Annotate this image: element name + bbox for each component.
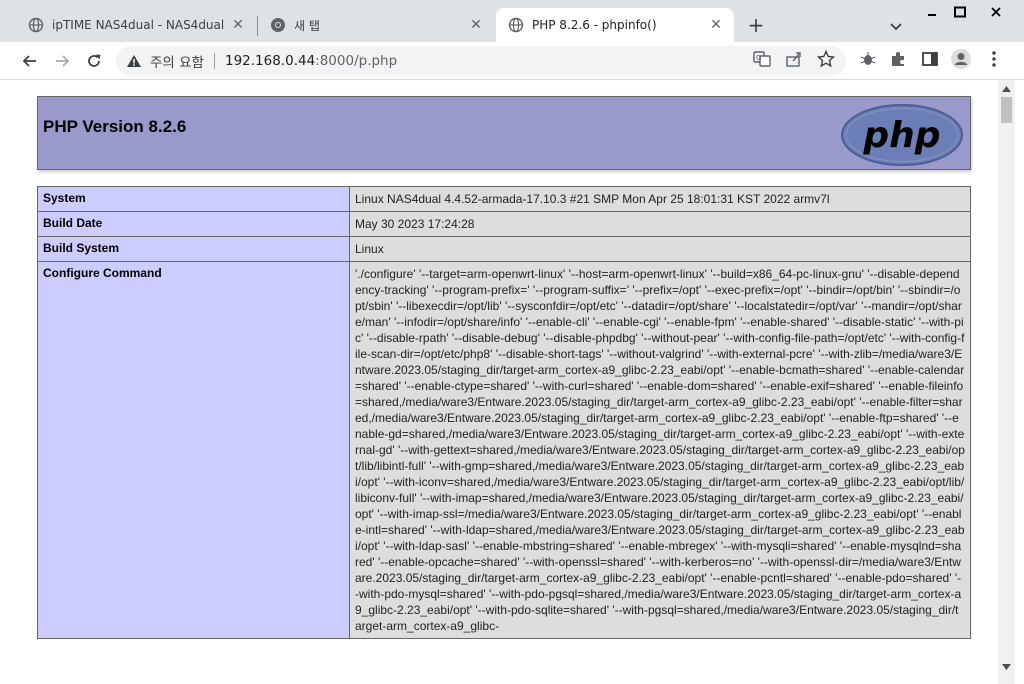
extensions-puzzle-icon[interactable] bbox=[888, 49, 908, 69]
reload-button[interactable] bbox=[82, 49, 106, 73]
tab-title: PHP 8.2.6 - phpinfo() bbox=[532, 18, 657, 32]
menu-kebab-icon[interactable] bbox=[984, 49, 1004, 69]
maximize-button[interactable] bbox=[948, 2, 972, 22]
tab-phpinfo[interactable]: PHP 8.2.6 - phpinfo() ✕ bbox=[496, 8, 734, 42]
tab-new-tab[interactable]: 새 탭 ✕ bbox=[258, 8, 494, 42]
translate-icon[interactable]: G bbox=[752, 49, 772, 69]
row-value: May 30 2023 17:24:28 bbox=[349, 211, 971, 237]
new-tab-button[interactable]: + bbox=[744, 13, 768, 37]
scroll-down-arrow-icon[interactable] bbox=[998, 658, 1015, 675]
row-label: Configure Command bbox=[37, 261, 350, 639]
vertical-scrollbar[interactable] bbox=[998, 80, 1015, 684]
chrome-icon bbox=[270, 17, 286, 33]
configure-command-text: './configure' '--target=arm-openwrt-linu… bbox=[355, 267, 965, 633]
phpinfo-table: System Linux NAS4dual 4.4.52-armada-17.1… bbox=[37, 186, 971, 639]
url-host: 192.168.0.44 bbox=[224, 53, 316, 69]
side-panel-icon[interactable] bbox=[920, 49, 940, 69]
row-value: Linux bbox=[349, 236, 971, 262]
row-label: System bbox=[37, 186, 350, 212]
table-row: Build Date May 30 2023 17:24:28 bbox=[37, 211, 971, 237]
table-row: Configure Command './configure' '--targe… bbox=[37, 261, 971, 639]
security-status[interactable]: 주의 요함 bbox=[150, 51, 204, 71]
page-content: PHP Version 8.2.6 php System Linux NAS4d… bbox=[7, 80, 998, 684]
tab-title: 새 탭 bbox=[294, 18, 320, 33]
scrollbar-thumb[interactable] bbox=[1001, 97, 1012, 123]
table-row: Build System Linux bbox=[37, 236, 971, 262]
globe-icon bbox=[508, 17, 524, 33]
close-icon[interactable]: ✕ bbox=[466, 15, 486, 35]
tab-title: ipTIME NAS4dual - NAS4dual bbox=[52, 18, 225, 32]
row-value: Linux NAS4dual 4.4.52-armada-17.10.3 #21… bbox=[349, 186, 971, 212]
forward-button[interactable] bbox=[50, 49, 74, 73]
row-label: Build System bbox=[37, 236, 350, 262]
php-version-header: PHP Version 8.2.6 php bbox=[37, 96, 971, 170]
php-logo-text: php bbox=[862, 115, 940, 156]
tab-iptime[interactable]: ipTIME NAS4dual - NAS4dual ✕ bbox=[16, 8, 256, 42]
tab-strip: ipTIME NAS4dual - NAS4dual ✕ 새 탭 ✕ PHP 8… bbox=[0, 0, 1024, 42]
window-border bbox=[1015, 80, 1024, 684]
share-icon[interactable] bbox=[784, 49, 804, 69]
minimize-button[interactable] bbox=[920, 2, 944, 22]
warning-icon[interactable] bbox=[126, 54, 144, 68]
back-button[interactable] bbox=[18, 49, 42, 73]
bookmark-star-icon[interactable] bbox=[816, 49, 836, 69]
table-row: System Linux NAS4dual 4.4.52-armada-17.1… bbox=[37, 186, 971, 212]
omnibox-divider bbox=[213, 53, 215, 69]
tab-search-icon[interactable] bbox=[884, 14, 908, 38]
row-label: Build Date bbox=[37, 211, 350, 237]
address-bar[interactable]: 주의 요함 192.168.0.44 :8000/p.php bbox=[116, 46, 846, 76]
close-icon[interactable]: ✕ bbox=[706, 15, 726, 35]
profile-avatar-icon[interactable] bbox=[950, 48, 972, 70]
row-value-configure-command: './configure' '--target=arm-openwrt-linu… bbox=[349, 261, 971, 639]
php-logo[interactable]: php bbox=[840, 103, 964, 167]
url-path: :8000/p.php bbox=[315, 53, 398, 69]
globe-icon bbox=[28, 17, 44, 33]
page-title: PHP Version 8.2.6 bbox=[43, 117, 187, 136]
browser-toolbar: 주의 요함 192.168.0.44 :8000/p.php G bbox=[0, 42, 1024, 80]
close-icon[interactable]: ✕ bbox=[228, 15, 248, 35]
scroll-up-arrow-icon[interactable] bbox=[998, 80, 1015, 97]
svg-text:G: G bbox=[756, 54, 761, 62]
extension-bug-icon[interactable] bbox=[858, 49, 878, 69]
close-window-button[interactable] bbox=[984, 2, 1008, 22]
